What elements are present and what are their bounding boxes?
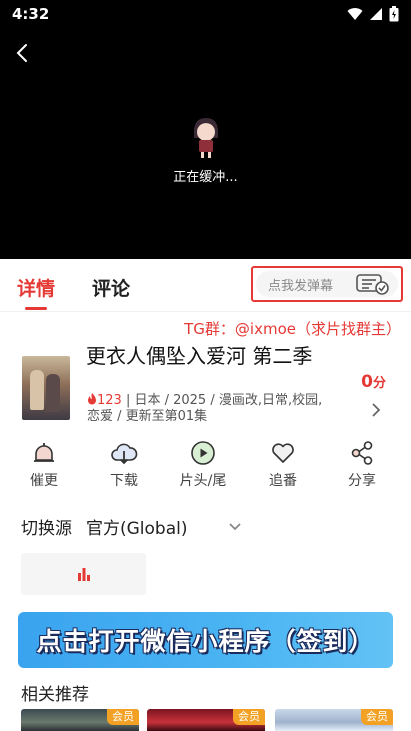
heart-icon: [272, 443, 294, 463]
status-bar: 4:32: [0, 0, 411, 28]
action-bar: 催更 下载 片头/尾 追番 分享: [0, 440, 411, 500]
related-item[interactable]: 会员: [275, 709, 393, 731]
tab-details[interactable]: 详情: [17, 274, 55, 310]
danmaku-input[interactable]: 点我发弹幕: [256, 271, 398, 297]
action-label: 催更: [30, 473, 58, 489]
chevron-down-icon: [228, 522, 241, 530]
danmaku-placeholder: 点我发弹幕: [268, 278, 334, 294]
danmaku-settings-icon[interactable]: [356, 273, 390, 295]
back-arrow-icon[interactable]: [12, 42, 34, 64]
video-player[interactable]: 正在缓冲...: [0, 28, 411, 259]
opening-ending-button[interactable]: 片头/尾: [168, 440, 238, 490]
vip-badge: 会员: [233, 709, 265, 725]
episode-button[interactable]: [21, 553, 146, 595]
related-item[interactable]: 会员: [147, 709, 265, 731]
related-item[interactable]: 会员: [21, 709, 139, 731]
tg-group-notice[interactable]: TG群：@ixmoe（求片找群主）: [184, 318, 401, 339]
action-label: 追番: [269, 473, 297, 489]
score-value: 0: [361, 372, 373, 392]
anime-score: 0分: [361, 372, 386, 392]
anime-info[interactable]: 更衣人偶坠入爱河 第二季 123 | 日本 / 2025 / 漫画改,日常,校园…: [0, 344, 411, 434]
follow-button[interactable]: 追番: [248, 440, 318, 490]
action-label: 下载: [110, 473, 138, 489]
vip-badge: 会员: [361, 709, 393, 725]
action-label: 分享: [348, 473, 376, 489]
related-title: 相关推荐: [21, 685, 89, 705]
anime-meta-text: | 日本 / 2025 / 漫画改,日常,校园,恋爱 / 更新至第01集: [87, 393, 323, 424]
cloud-download-icon: [111, 443, 138, 465]
status-time: 4:32: [12, 5, 50, 23]
signal-icon: [370, 8, 382, 20]
score-unit: 分: [372, 376, 386, 391]
wifi-icon: [347, 8, 363, 20]
share-button[interactable]: 分享: [327, 440, 397, 490]
vip-badge: 会员: [107, 709, 139, 725]
play-circle-icon: [191, 441, 215, 465]
fire-icon: [88, 393, 96, 405]
action-label: 片头/尾: [179, 473, 227, 489]
source-selector[interactable]: 切换源 官方(Global): [21, 514, 242, 539]
bell-icon: [34, 443, 54, 462]
related-list: 会员 会员 会员: [21, 709, 393, 731]
share-icon: [351, 441, 373, 465]
tab-comments[interactable]: 评论: [92, 274, 130, 301]
battery-icon: [389, 6, 399, 22]
source-label: 切换源: [21, 519, 72, 539]
anime-poster: [22, 356, 70, 420]
anime-meta: 123 | 日本 / 2025 / 漫画改,日常,校园,恋爱 / 更新至第01集: [87, 393, 335, 425]
chevron-right-icon[interactable]: [371, 402, 381, 418]
source-value: 官方(Global): [86, 519, 188, 539]
loading-mascot-icon: [193, 118, 218, 158]
danmaku-highlight: 点我发弹幕: [251, 266, 403, 302]
remind-update-button[interactable]: 催更: [9, 440, 79, 490]
system-icons: [347, 6, 399, 22]
tab-bar: 详情 评论 点我发弹幕: [0, 260, 411, 312]
equalizer-icon: [77, 568, 90, 581]
buffering-text: 正在缓冲...: [173, 170, 238, 185]
buffering-indicator: 正在缓冲...: [0, 114, 411, 185]
hot-count: 123: [97, 393, 122, 408]
banner-text: 点击打开微信小程序（签到）: [36, 627, 375, 656]
anime-title: 更衣人偶坠入爱河 第二季: [86, 344, 313, 368]
wechat-miniprogram-banner[interactable]: 点击打开微信小程序（签到）: [18, 612, 393, 668]
download-button[interactable]: 下载: [89, 440, 159, 490]
